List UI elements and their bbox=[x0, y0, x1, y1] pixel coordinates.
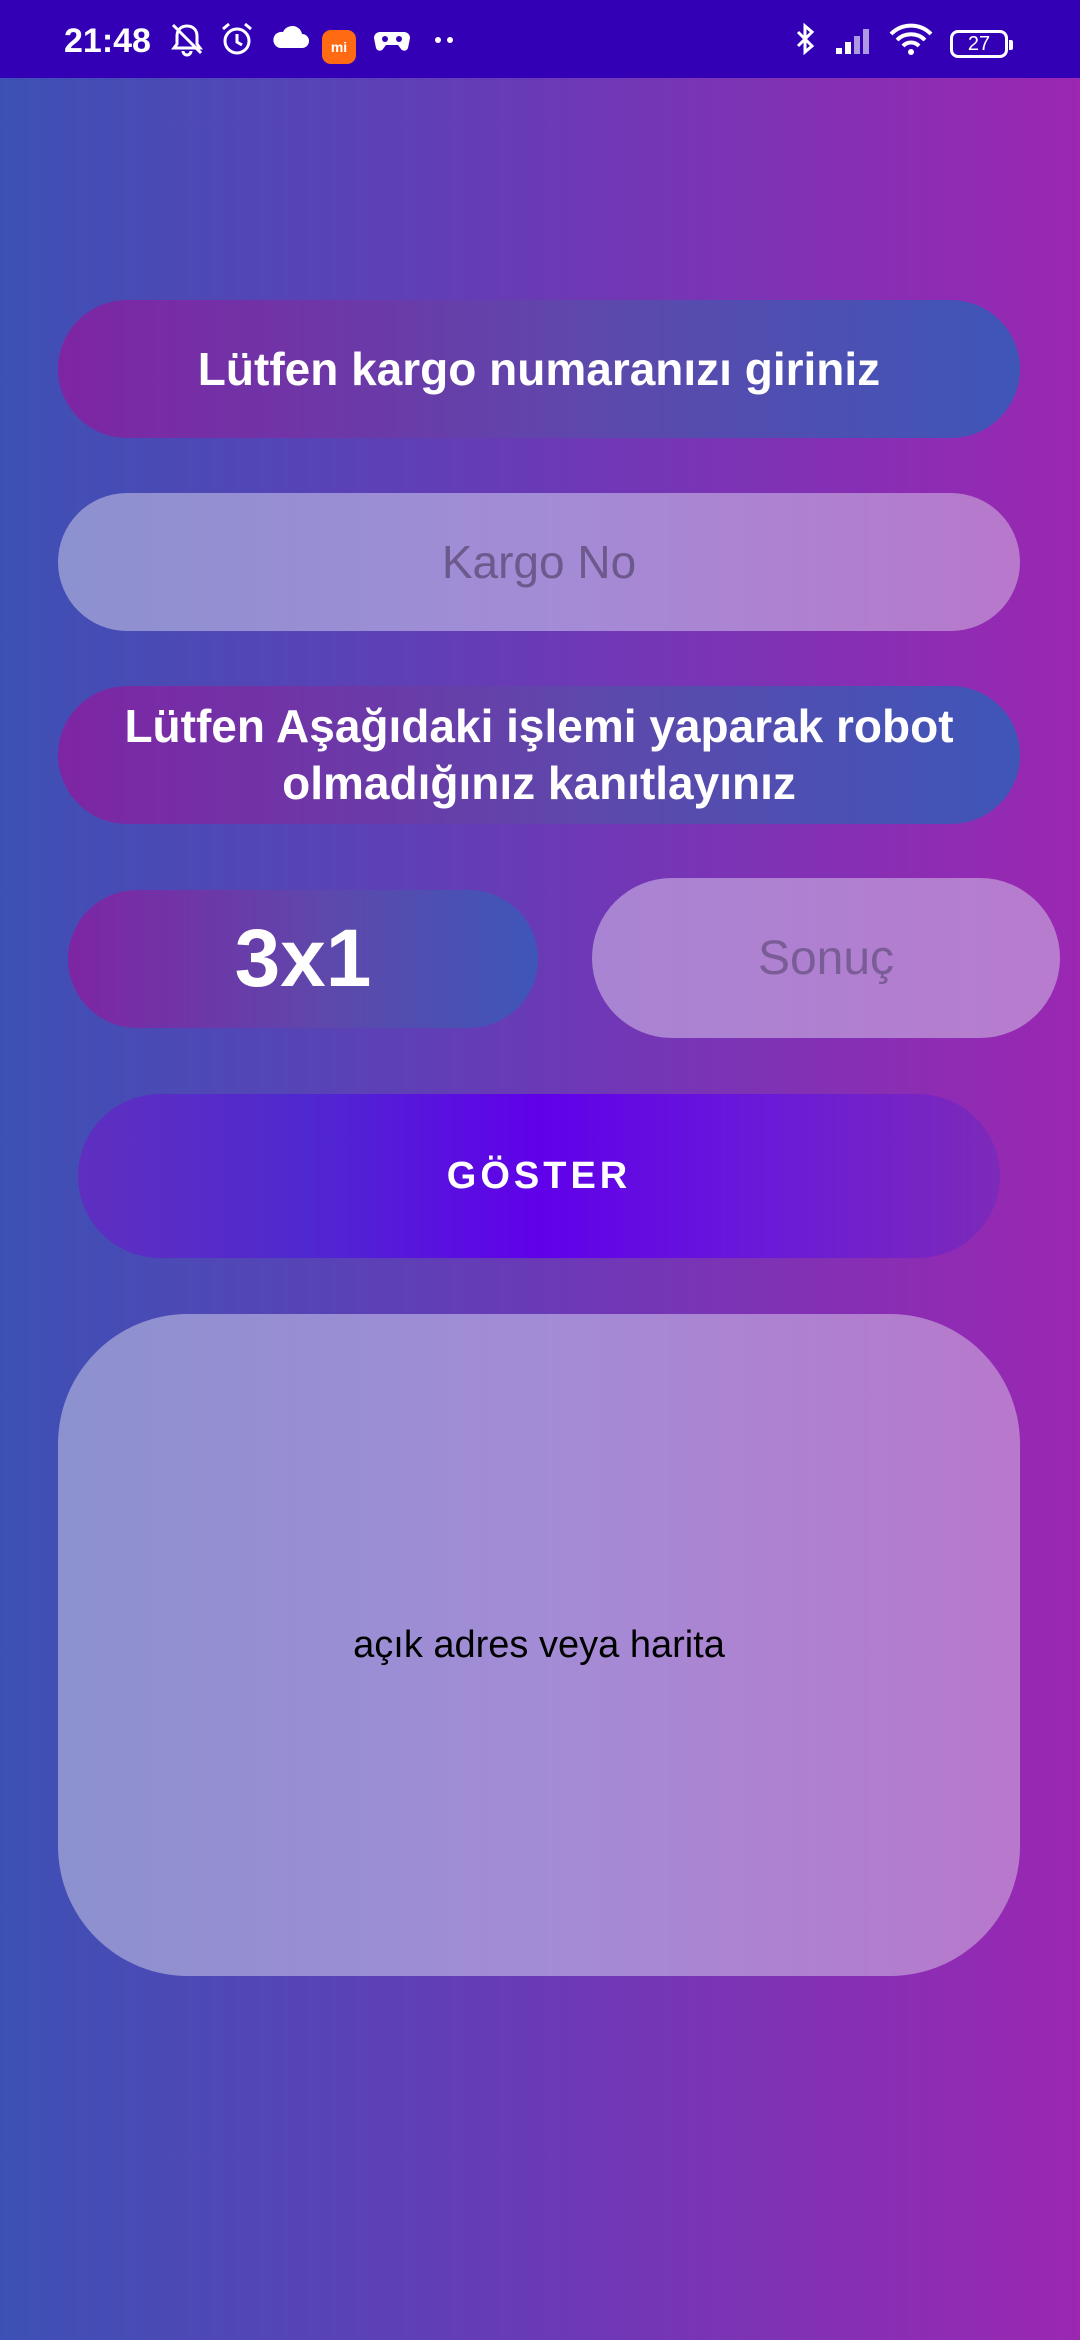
cargo-number-input[interactable] bbox=[58, 493, 1020, 631]
game-controller-icon bbox=[374, 32, 410, 51]
cargo-title-banner: Lütfen kargo numaranızı giriniz bbox=[58, 300, 1020, 438]
captcha-instruction-text: Lütfen Aşağıdaki işlemi yaparak robot ol… bbox=[124, 700, 954, 809]
mi-store-label: mi bbox=[330, 39, 348, 55]
battery-level: 27 bbox=[967, 33, 991, 55]
address-map-area: açık adres veya harita bbox=[58, 1314, 1020, 1976]
alarm-icon bbox=[222, 22, 252, 55]
address-map-text: açık adres veya harita bbox=[353, 1623, 725, 1666]
bluetooth-icon bbox=[796, 22, 815, 56]
captcha-equation-text: 3x1 bbox=[234, 913, 372, 1004]
battery-icon: 27 bbox=[950, 30, 1013, 58]
wifi-icon bbox=[889, 23, 933, 55]
more-dots-icon bbox=[435, 37, 453, 43]
mute-vibrate-icon bbox=[171, 23, 203, 57]
mi-store-icon: mi bbox=[322, 30, 356, 64]
cargo-title-text: Lütfen kargo numaranızı giriniz bbox=[197, 343, 881, 395]
cloud-icon bbox=[273, 25, 309, 48]
status-bar: 21:48 mi 27 bbox=[0, 0, 1080, 78]
captcha-result-input[interactable] bbox=[592, 878, 1060, 1038]
captcha-instruction-banner: Lütfen Aşağıdaki işlemi yaparak robot ol… bbox=[58, 686, 1020, 824]
signal-icon bbox=[836, 29, 869, 54]
captcha-equation: 3x1 bbox=[68, 890, 538, 1028]
show-button[interactable]: GÖSTER bbox=[78, 1094, 1000, 1258]
status-time: 21:48 bbox=[64, 22, 151, 60]
